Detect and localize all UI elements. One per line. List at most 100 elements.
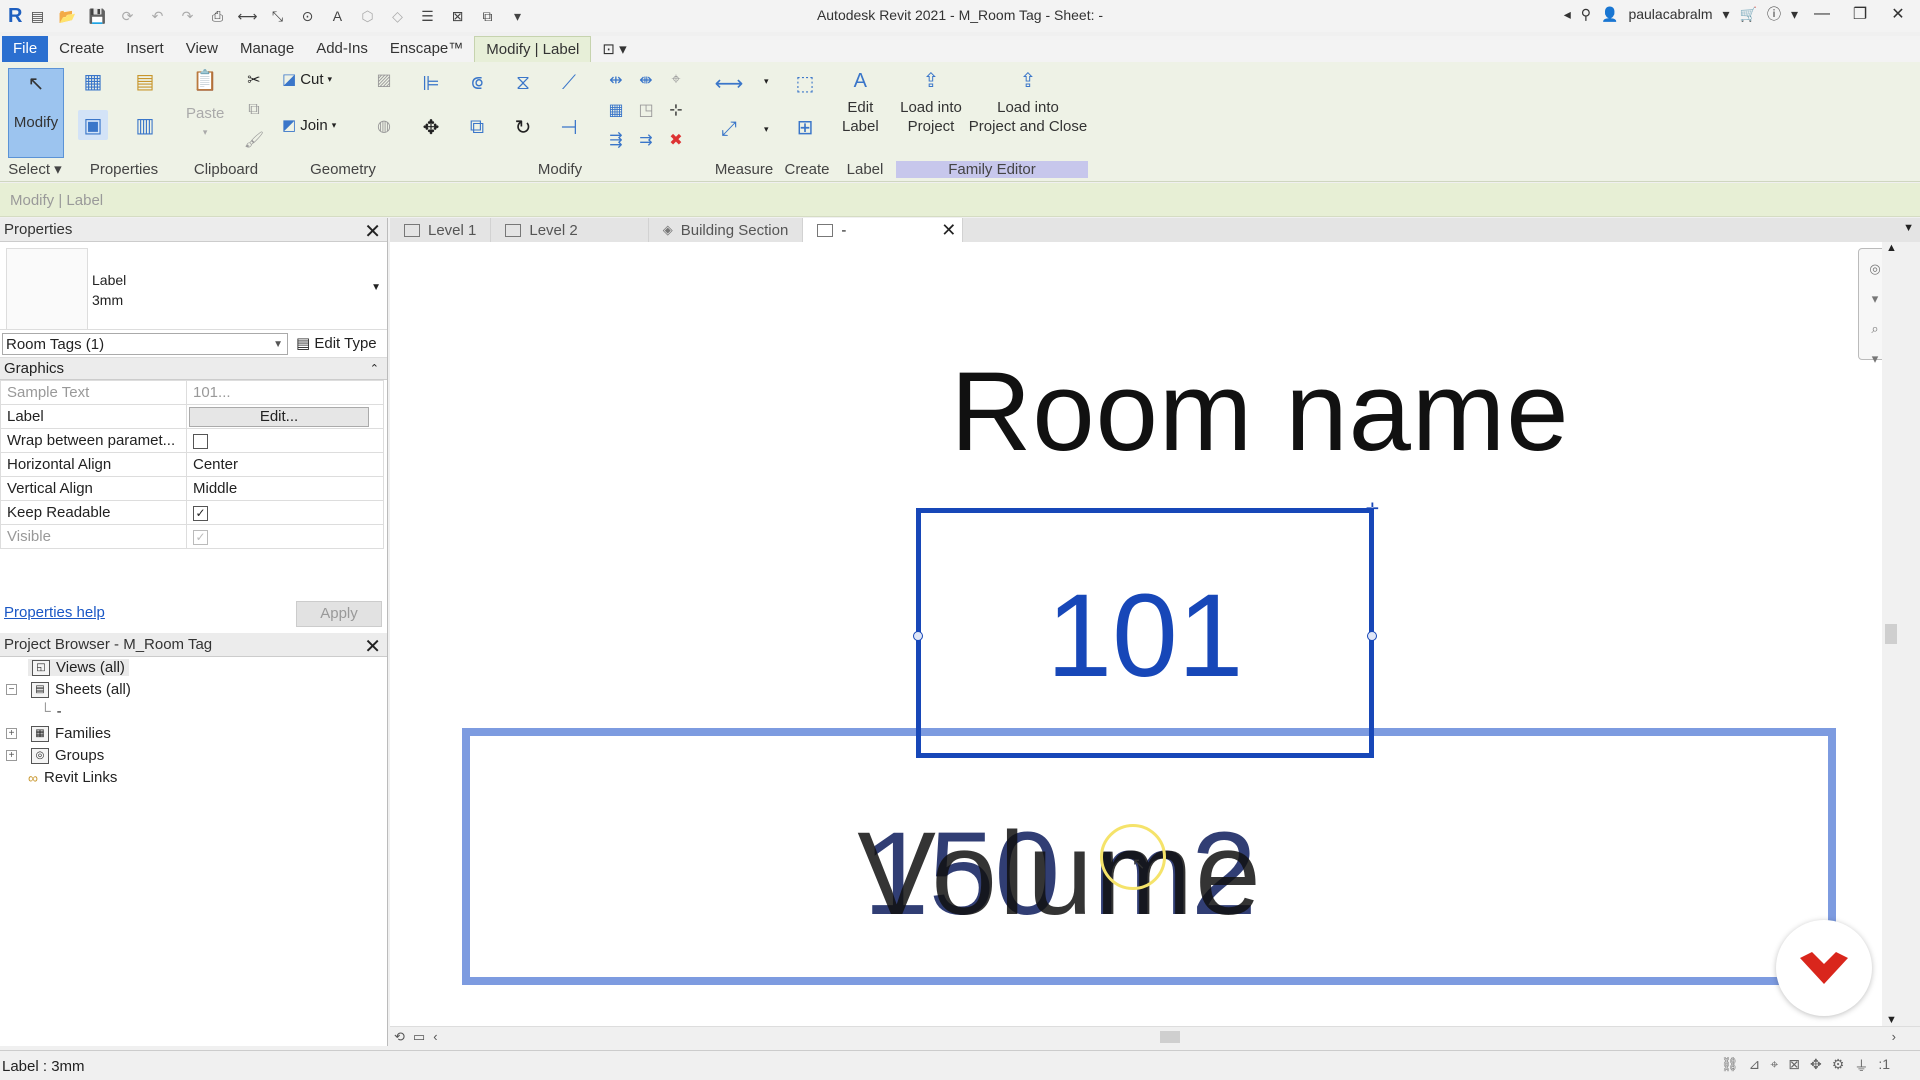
save-icon[interactable]: 💾 [86, 5, 108, 27]
nav-dropdown-icon[interactable]: ▾ [1872, 291, 1879, 307]
mirror-draw-axis-icon[interactable]: ⟋ [554, 68, 584, 98]
wall-joins-icon[interactable]: ▨ [372, 68, 396, 92]
redo-icon[interactable]: ↷ [176, 5, 198, 27]
resize-grip-left[interactable] [913, 631, 923, 641]
split-face-icon[interactable]: ◍ [372, 114, 396, 138]
select-underlay-icon[interactable]: ⊿ [1749, 1056, 1761, 1076]
create-similar-icon[interactable]: ⊞ [790, 112, 820, 142]
horizontal-scroll-thumb[interactable] [1160, 1031, 1180, 1043]
tab-manage[interactable]: Manage [229, 36, 305, 62]
tree-item-revit-links[interactable]: ∞ Revit Links [28, 769, 117, 786]
trim-multiple-icon[interactable]: ⇶ [604, 128, 628, 152]
view-tab-level-2[interactable]: Level 2 [491, 218, 649, 242]
tab-enscape[interactable]: Enscape™ [379, 36, 474, 62]
vertical-scrollbar[interactable]: ▲ ▼ [1882, 242, 1900, 1026]
room-number-label-selected[interactable]: 101 ✛ [913, 501, 1379, 758]
tag-icon[interactable]: ⊙ [296, 5, 318, 27]
edit-type-button[interactable]: ▤ Edit Type [296, 334, 377, 352]
hide-crop-icon[interactable]: ▭ [413, 1029, 425, 1045]
tabs-menu-icon[interactable]: ▼ [1903, 222, 1914, 234]
filter-count[interactable]: :1 [1878, 1056, 1890, 1076]
switch-windows-icon[interactable]: ⧉ [476, 5, 498, 27]
view-tab-sheet[interactable]: - ✕ [803, 218, 964, 242]
tree-item-families[interactable]: + ▦ Families [6, 725, 111, 742]
split-element-icon[interactable]: ⇹ [604, 68, 628, 92]
user-name[interactable]: paulacabralm [1628, 6, 1712, 22]
dimension-dropdown-icon[interactable]: ▾ [764, 124, 769, 135]
room-name-label[interactable]: Room name [810, 347, 1710, 476]
collapse-toggle-icon[interactable]: − [6, 684, 17, 695]
collapse-icon[interactable]: ⌃ [370, 362, 379, 375]
expand-toggle-icon[interactable]: + [6, 750, 17, 761]
select-by-face-icon[interactable]: ⊠ [1788, 1056, 1800, 1076]
array-icon[interactable]: ▦ [604, 98, 628, 122]
create-group-icon[interactable]: ⬚ [790, 68, 820, 98]
dimension-icon[interactable]: ⤡ [266, 5, 288, 27]
select-pinned-icon[interactable]: ⌖ [1770, 1056, 1778, 1076]
trim-extend-icon[interactable]: ⊣ [554, 112, 584, 142]
scale-icon[interactable]: ◳ [634, 98, 658, 122]
paste-button[interactable]: 📋 Paste ▾ [186, 66, 224, 142]
revit-logo[interactable]: R [8, 5, 22, 28]
measure-distance-icon[interactable]: ⟷ [714, 68, 744, 98]
user-icon[interactable]: 👤 [1601, 6, 1618, 23]
copy-icon[interactable]: ⧉ [242, 98, 266, 122]
cut-geometry-button[interactable]: ◪ Cut ▾ [282, 70, 332, 89]
background-process-icon[interactable]: ⚙ [1832, 1056, 1845, 1076]
binoculars-icon[interactable]: ⚲ [1581, 6, 1591, 23]
steering-wheel-icon[interactable]: ◎ [1869, 261, 1880, 277]
delete-icon[interactable]: ✖ [664, 128, 688, 152]
group-graphics[interactable]: Graphics ⌃ [0, 358, 387, 380]
family-types-icon[interactable]: ▦ [78, 66, 108, 96]
help-dropdown-icon[interactable]: ▾ [1791, 6, 1798, 23]
visible-checkbox[interactable]: ✓ [193, 529, 208, 545]
restore-button[interactable]: ❐ [1846, 4, 1874, 24]
tree-item-views[interactable]: ◱ Views (all) [28, 659, 129, 676]
help-icon[interactable]: ⓘ [1767, 4, 1781, 24]
trim-single-icon[interactable]: ⇉ [634, 128, 658, 152]
undo-icon[interactable]: ↶ [146, 5, 168, 27]
horizontal-align-value[interactable]: Center [186, 452, 384, 477]
instance-filter-select[interactable]: Room Tags (1) ▼ [2, 333, 288, 355]
rotate-icon[interactable]: ↻ [508, 112, 538, 142]
minimize-button[interactable]: — [1808, 5, 1836, 23]
text-icon[interactable]: A [326, 5, 348, 27]
volume-label-overlap[interactable]: Volume [470, 806, 1650, 942]
modify-button[interactable]: ↖ Modify [8, 68, 64, 158]
panel-select-label[interactable]: Select ▾ [0, 160, 70, 178]
tab-create[interactable]: Create [48, 36, 115, 62]
measure-icon[interactable]: ⟷ [236, 5, 258, 27]
properties-help-link[interactable]: Properties help [4, 604, 105, 621]
sync-icon[interactable]: ⟳ [116, 5, 138, 27]
offset-icon[interactable]: ⟃ [462, 68, 492, 98]
home-icon[interactable]: ▤ [26, 5, 48, 27]
match-type-icon[interactable]: 🖌 [242, 128, 266, 152]
room-number-label[interactable]: 101 [921, 568, 1369, 704]
drag-elements-icon[interactable]: ✥ [1810, 1056, 1822, 1076]
load-into-project-and-close-button[interactable]: ⇪ Load into Project and Close [966, 66, 1090, 136]
pin-icon[interactable]: ⌖ [664, 68, 688, 92]
close-tab-icon[interactable]: ✕ [941, 220, 956, 241]
tab-view[interactable]: View [175, 36, 229, 62]
vertical-scroll-thumb[interactable] [1885, 624, 1897, 644]
tree-item-groups[interactable]: + ◎ Groups [6, 747, 104, 764]
edit-label-button[interactable]: A Edit Label [842, 66, 879, 136]
print-icon[interactable]: ⎙ [206, 5, 228, 27]
sample-text-value[interactable]: 101... [186, 380, 384, 405]
view-tab-building-section[interactable]: ◈ Building Section [649, 218, 804, 242]
filter-icon[interactable]: ⏚ [1854, 1056, 1868, 1076]
ribbon-minimize-icon[interactable]: ⊡ ▾ [591, 36, 637, 62]
close-properties-icon[interactable]: ✕ [364, 219, 381, 244]
apply-button[interactable]: Apply [296, 601, 382, 627]
tree-item-sheets[interactable]: − ▤ Sheets (all) [6, 681, 131, 698]
zoom-dropdown-icon[interactable]: ▾ [1872, 351, 1879, 367]
measure-dropdown-icon[interactable]: ▾ [764, 76, 769, 87]
close-window-button[interactable]: ✕ [1884, 4, 1912, 24]
type-dropdown-icon[interactable]: ▼ [371, 282, 381, 293]
family-category-icon[interactable]: ▤ [130, 66, 160, 96]
scroll-down-icon[interactable]: ▼ [1886, 1014, 1897, 1026]
move-icon[interactable]: ✥ [416, 112, 446, 142]
keep-readable-checkbox[interactable]: ✓ [193, 505, 208, 521]
reveal-constraints-icon[interactable]: ⟲ [394, 1029, 405, 1045]
zoom-icon[interactable]: ⌕ [1871, 321, 1878, 337]
